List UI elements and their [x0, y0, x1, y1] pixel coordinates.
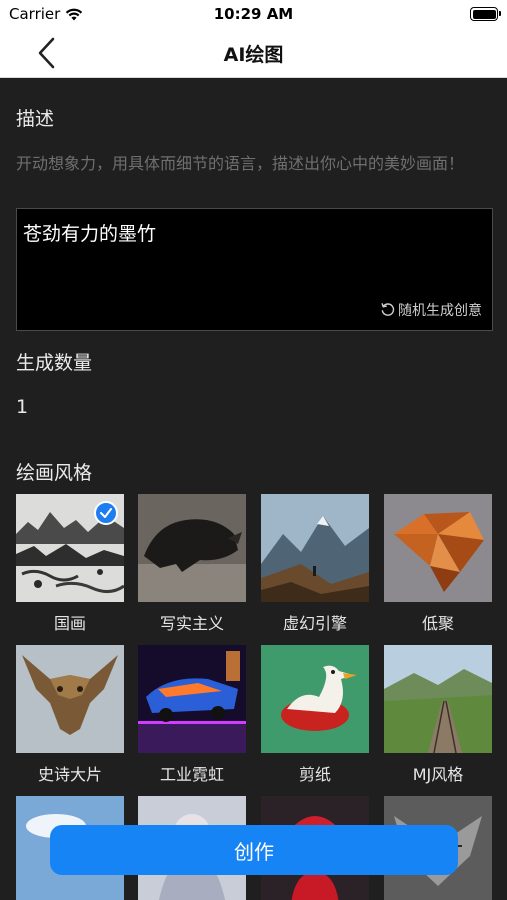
style-thumbnail — [16, 645, 124, 753]
style-tile-realism[interactable]: 写实主义 — [138, 494, 246, 633]
style-tile-mj[interactable]: MJ风格 — [384, 645, 492, 784]
status-bar: Carrier 10:29 AM — [0, 0, 507, 28]
description-input[interactable]: 苍劲有力的墨竹 随机生成创意 — [16, 208, 493, 331]
style-label-text: 史诗大片 — [37, 765, 102, 784]
battery-icon — [470, 7, 501, 21]
random-idea-label: 随机生成创意 — [398, 303, 482, 319]
refresh-icon — [381, 303, 395, 316]
style-label-text: 虚幻引擎 — [282, 614, 347, 633]
page-title: AI绘图 — [223, 44, 284, 66]
style-label-text: 剪纸 — [298, 765, 331, 784]
style-label-text: MJ风格 — [412, 765, 464, 784]
description-value[interactable]: 苍劲有力的墨竹 — [23, 219, 156, 246]
neon-vehicle-image — [138, 645, 246, 753]
style-thumbnail — [261, 645, 369, 753]
count-label: 生成数量 — [16, 352, 93, 374]
style-thumbnail — [16, 494, 124, 602]
style-label-text: 工业霓虹 — [159, 765, 224, 784]
style-tile-papercut[interactable]: 剪纸 — [261, 645, 369, 784]
style-thumbnail — [138, 645, 246, 753]
create-button[interactable]: 创作 — [50, 825, 458, 875]
style-tile-unreal[interactable]: 虚幻引擎 — [261, 494, 369, 633]
navigation-bar: AI绘图 — [0, 28, 507, 78]
random-idea-button[interactable]: 随机生成创意 — [380, 300, 482, 320]
papercut-duck-image — [261, 645, 369, 753]
description-label: 描述 — [16, 108, 55, 130]
style-thumbnail — [384, 645, 492, 753]
clock: 10:29 AM — [213, 5, 294, 23]
style-thumbnail — [261, 494, 369, 602]
style-tile-guohua[interactable]: 国画 — [16, 494, 124, 633]
style-tile-industrial-neon[interactable]: 工业霓虹 — [138, 645, 246, 784]
style-thumbnail — [138, 494, 246, 602]
style-label-text: 低聚 — [421, 614, 454, 633]
valley-railway-image — [384, 645, 492, 753]
count-value[interactable]: 1 — [16, 396, 28, 418]
style-label-text: 国画 — [53, 614, 86, 633]
realistic-boar-image — [138, 494, 246, 602]
bronze-dragon-mask-image — [16, 645, 124, 753]
selected-check-icon — [94, 501, 118, 525]
style-tile-epic[interactable]: 史诗大片 — [16, 645, 124, 784]
lowpoly-fox-image — [384, 494, 492, 602]
style-label: 绘画风格 — [16, 462, 93, 484]
mountain-hiker-image — [261, 494, 369, 602]
style-tile-lowpoly[interactable]: 低聚 — [384, 494, 492, 633]
style-label-text: 写实主义 — [159, 614, 224, 633]
description-hint: 开动想象力，用具体而细节的语言，描述出你心中的美妙画面！ — [16, 154, 465, 173]
style-thumbnail — [384, 494, 492, 602]
